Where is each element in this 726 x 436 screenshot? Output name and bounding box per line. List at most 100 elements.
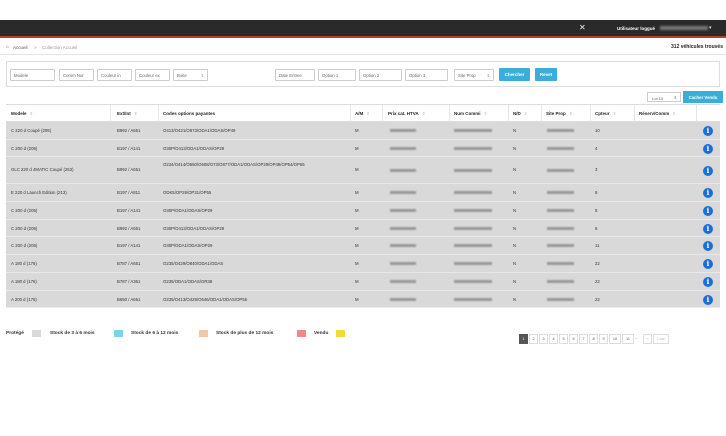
search-button[interactable]: Chercher: [499, 68, 530, 81]
cell-nd: N: [513, 167, 517, 173]
page-size-select[interactable]: Lot 10 ⇕: [647, 92, 681, 102]
page-button[interactable]: 4: [549, 334, 558, 344]
col-cpteur[interactable]: Cpteur ⇕: [595, 111, 616, 117]
home-icon[interactable]: ⌂: [6, 44, 9, 50]
page-button[interactable]: 9: [599, 334, 608, 344]
col-label: N/D: [513, 111, 521, 116]
page-button[interactable]: 7: [579, 334, 588, 344]
legend-3-6-label: Stock de 3 à 6 mois: [50, 331, 95, 336]
cell-extint: B197 / A811: [117, 190, 141, 196]
page-button[interactable]: 5: [559, 334, 568, 344]
filter-couleur-ext-input[interactable]: Couleur ex: [135, 69, 170, 81]
filter-site-select[interactable]: Site Prop ⇕: [454, 69, 494, 81]
cell-modele: A 180 d (176): [11, 278, 37, 284]
app-logo-icon[interactable]: ✕: [579, 23, 586, 32]
cell-cpteur: 22: [595, 261, 600, 267]
filter-comm-input[interactable]: Comm Nur: [59, 69, 94, 81]
legend-12plus-label: Stock de plus de 12 mois: [216, 331, 274, 336]
table-row[interactable]: C 200 d (205) B197 / A141 O30P/O413/ODA1/O…: [6, 139, 720, 158]
filter-option3-input[interactable]: Option 3: [405, 69, 448, 81]
page-button[interactable]: 3: [539, 334, 548, 344]
info-icon[interactable]: i: [703, 126, 713, 136]
cell-site-redacted: [547, 297, 574, 301]
page-button[interactable]: 6: [569, 334, 578, 344]
legend-protege-label: Protégé: [6, 331, 24, 336]
page-button[interactable]: 1: [519, 334, 528, 344]
filter-couleur-int-input[interactable]: Couleur in: [97, 69, 132, 81]
cell-prix-redacted: [390, 191, 416, 195]
cell-prix-redacted: [390, 146, 416, 150]
info-icon[interactable]: i: [703, 206, 713, 217]
table-row[interactable]: GLC 220 d 4MATIC Coupé (253) B992 / A651 O…: [6, 157, 720, 185]
cell-nd: N: [513, 128, 517, 133]
col-num-commi[interactable]: Num Commi ⇕: [454, 111, 487, 117]
table-body: C 220 d Coupé (205) B992 / A651 O413/O421/…: [6, 122, 720, 309]
user-label[interactable]: Utilisateur loggué: [617, 26, 655, 31]
cell-nd: N: [513, 208, 517, 214]
col-divider: [350, 105, 351, 123]
col-am[interactable]: A/M ⇕: [355, 111, 370, 117]
filter-modele-input[interactable]: Modele: [10, 69, 55, 81]
col-site-prop[interactable]: Site Prop ⇕: [546, 111, 573, 117]
filter-date-input[interactable]: Date Entree: [275, 69, 315, 81]
cell-modele: GLC 220 d 4MATIC Coupé (253): [11, 167, 74, 173]
info-icon[interactable]: i: [703, 294, 713, 305]
breadcrumb-home[interactable]: Accueil: [13, 45, 28, 50]
filter-option2-input[interactable]: Option 2: [359, 69, 402, 81]
cell-cpteur: 22: [595, 296, 600, 302]
info-icon[interactable]: i: [703, 223, 713, 234]
reset-button[interactable]: Reset: [535, 68, 557, 81]
cell-am: M: [355, 190, 359, 196]
col-modele[interactable]: Modele ⇕: [11, 111, 33, 117]
col-reserv[interactable]: Réserv/Comm ⇕: [639, 111, 676, 117]
col-divider: [158, 105, 159, 123]
breadcrumb-current: Collection Accueil: [42, 44, 78, 50]
col-divider: [449, 105, 450, 123]
table-row[interactable]: C 200 d (205) B992 / A651 O30P/O413/ODA1/O…: [6, 219, 720, 238]
chevron-updown-icon: ⇕: [673, 95, 677, 100]
page-button[interactable]: 8: [589, 334, 598, 344]
page-button[interactable]: 11: [622, 334, 634, 344]
filter-boite-label: Boite: [177, 73, 187, 78]
col-extint[interactable]: Ext/Int ⇕: [117, 111, 138, 117]
cell-cpteur: 6: [595, 225, 598, 231]
cell-prix-redacted: [390, 209, 416, 213]
info-icon[interactable]: i: [703, 143, 713, 154]
table-row[interactable]: C 220 d Coupé (205) B992 / A651 O413/O421/…: [6, 122, 720, 140]
col-divider: [634, 105, 635, 123]
filter-option1-input[interactable]: Option 1: [318, 69, 356, 81]
next-page-button[interactable]: »: [643, 334, 652, 344]
last-page-button[interactable]: Last: [653, 334, 669, 344]
info-icon[interactable]: i: [703, 259, 713, 270]
cell-extint: B787 / A651: [117, 261, 141, 267]
info-icon[interactable]: i: [703, 188, 713, 199]
table-row[interactable]: A 200 d (176) B650 / A651 O235/O413/O429/O…: [6, 290, 720, 309]
cell-options: O30P/O413/ODA1/ODAS/OP29: [163, 225, 225, 231]
info-icon[interactable]: i: [703, 276, 713, 287]
table-row[interactable]: A 180 d (176) B787 / A361 O235/ODA1/ODAS/O…: [6, 272, 720, 291]
page-button[interactable]: 10: [609, 334, 621, 344]
cell-am: M: [355, 278, 359, 284]
table-row[interactable]: C 200 d (205) B197 / A141 O30P/ODA1/ODAS/O…: [6, 202, 720, 220]
filter-boite-select[interactable]: Boite ⇕: [173, 69, 208, 81]
cell-num-commi-redacted: [454, 244, 492, 248]
cell-site-redacted: [547, 146, 574, 150]
col-options[interactable]: Codes options payantes: [163, 111, 215, 116]
col-label: Codes options payantes: [163, 111, 216, 116]
info-icon[interactable]: i: [703, 241, 713, 252]
cell-cpteur: 3: [595, 167, 598, 173]
legend-vendu-label: Vendu: [314, 331, 329, 336]
cell-prix-redacted: [390, 168, 416, 172]
col-nd[interactable]: N/D ⇕: [513, 111, 528, 117]
cell-nd: N: [513, 278, 517, 284]
page-button[interactable]: 2: [529, 334, 538, 344]
sort-icon: ⇕: [612, 111, 617, 116]
info-icon[interactable]: i: [703, 165, 713, 176]
table-row[interactable]: C 200 d (205) B197 / A141 O30P/ODA1/ODAS/O…: [6, 237, 720, 256]
hide-sold-button[interactable]: Cacher Vendu: [683, 91, 723, 103]
col-prix[interactable]: Prix cat. HTVA ⇕: [388, 111, 425, 117]
user-menu-chevron-down-icon[interactable]: ▾: [709, 25, 712, 31]
table-row[interactable]: E 220 d Launch Edition (213) B197 / A811 O…: [6, 184, 720, 203]
table-row[interactable]: A 180 d (176) B787 / A651 O235/O429/O840/O…: [6, 255, 720, 273]
cell-options: O234/O414/O550/O608/O73/O877/ODA1/ODAS/O…: [163, 162, 305, 168]
